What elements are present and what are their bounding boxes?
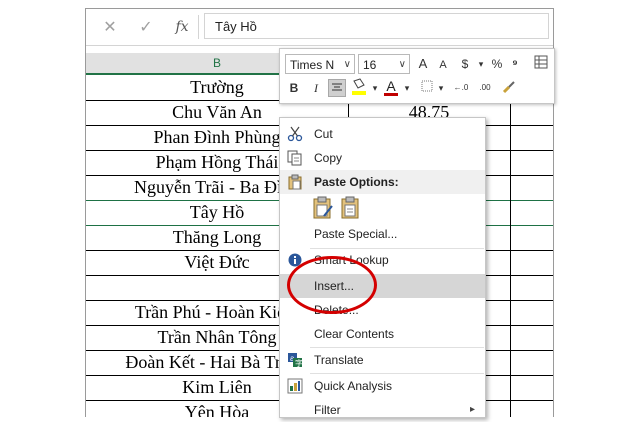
font-size-dropdown[interactable]: 16 ∨: [358, 54, 410, 74]
menu-item-label: Paste Special...: [314, 227, 398, 241]
format-painter-icon[interactable]: [532, 55, 550, 73]
increase-decimal-button[interactable]: ←.0: [450, 79, 472, 97]
menu-item-filter[interactable]: Filter ▸: [280, 398, 485, 422]
copy-icon: [287, 150, 303, 166]
bold-button[interactable]: B: [285, 79, 303, 97]
cancel-entry-icon[interactable]: ✕: [100, 17, 120, 37]
shrink-font-button[interactable]: A: [434, 56, 452, 74]
enter-entry-icon[interactable]: ✓: [136, 17, 156, 37]
menu-item-label: Copy: [314, 151, 343, 165]
comma-style-button[interactable]: ⁹: [506, 55, 524, 73]
chevron-down-icon: ∨: [343, 59, 351, 70]
chevron-down-icon[interactable]: ▾: [432, 79, 450, 97]
format-brush-icon[interactable]: [500, 79, 518, 97]
font-name-value: Times N: [290, 58, 335, 72]
menu-item-clear-contents[interactable]: Clear Contents: [280, 322, 485, 346]
svg-text:字: 字: [295, 358, 303, 368]
quick-analysis-icon: [287, 378, 303, 394]
paste-icon[interactable]: [312, 196, 333, 220]
menu-item-label: Clear Contents: [314, 327, 395, 341]
formula-bar: ✕ ✓ fx Tây Hồ: [86, 9, 553, 46]
chevron-down-icon[interactable]: ▾: [398, 79, 416, 97]
mini-toolbar: Times N ∨ 16 ∨ A A $ ▾ % ⁹ B I ▾ A ▾ ▾ ←…: [279, 48, 555, 104]
paste-options-header: Paste Options:: [280, 170, 485, 194]
insert-function-button[interactable]: fx: [172, 19, 192, 35]
chevron-right-icon: ▸: [469, 404, 475, 415]
scissors-icon: [287, 126, 303, 142]
menu-item-label: Paste Options:: [314, 175, 399, 189]
menu-item-copy[interactable]: Copy: [280, 146, 485, 170]
font-color-letter: A: [386, 78, 396, 94]
grow-font-button[interactable]: A: [414, 55, 432, 73]
highlight-circle: [287, 256, 377, 314]
chevron-down-icon: ∨: [398, 59, 406, 70]
menu-item-label: Translate: [314, 353, 364, 367]
font-size-value: 16: [363, 58, 377, 72]
menu-item-quick-analysis[interactable]: Quick Analysis: [280, 374, 485, 398]
menu-item-label: Cut: [314, 127, 333, 141]
paste-options-icons: [310, 196, 370, 222]
menu-item-label: Quick Analysis: [314, 379, 393, 393]
center-align-button[interactable]: [328, 79, 346, 97]
menu-item-label: Filter: [314, 403, 341, 417]
paste-icon: [287, 174, 303, 190]
font-color-swatch: [384, 93, 398, 96]
paste-values-icon[interactable]: [340, 196, 360, 220]
italic-button[interactable]: I: [307, 79, 325, 97]
decrease-decimal-button[interactable]: .00: [474, 79, 496, 97]
menu-item-paste-special[interactable]: Paste Special...: [280, 222, 485, 246]
formula-bar-divider: [198, 15, 199, 39]
percent-style-button[interactable]: %: [488, 55, 506, 73]
formula-input[interactable]: Tây Hồ: [204, 13, 549, 39]
menu-item-cut[interactable]: Cut: [280, 122, 485, 146]
translate-icon: a字: [287, 352, 303, 368]
font-name-dropdown[interactable]: Times N ∨: [285, 54, 355, 74]
menu-item-translate[interactable]: a字 Translate: [280, 348, 485, 372]
